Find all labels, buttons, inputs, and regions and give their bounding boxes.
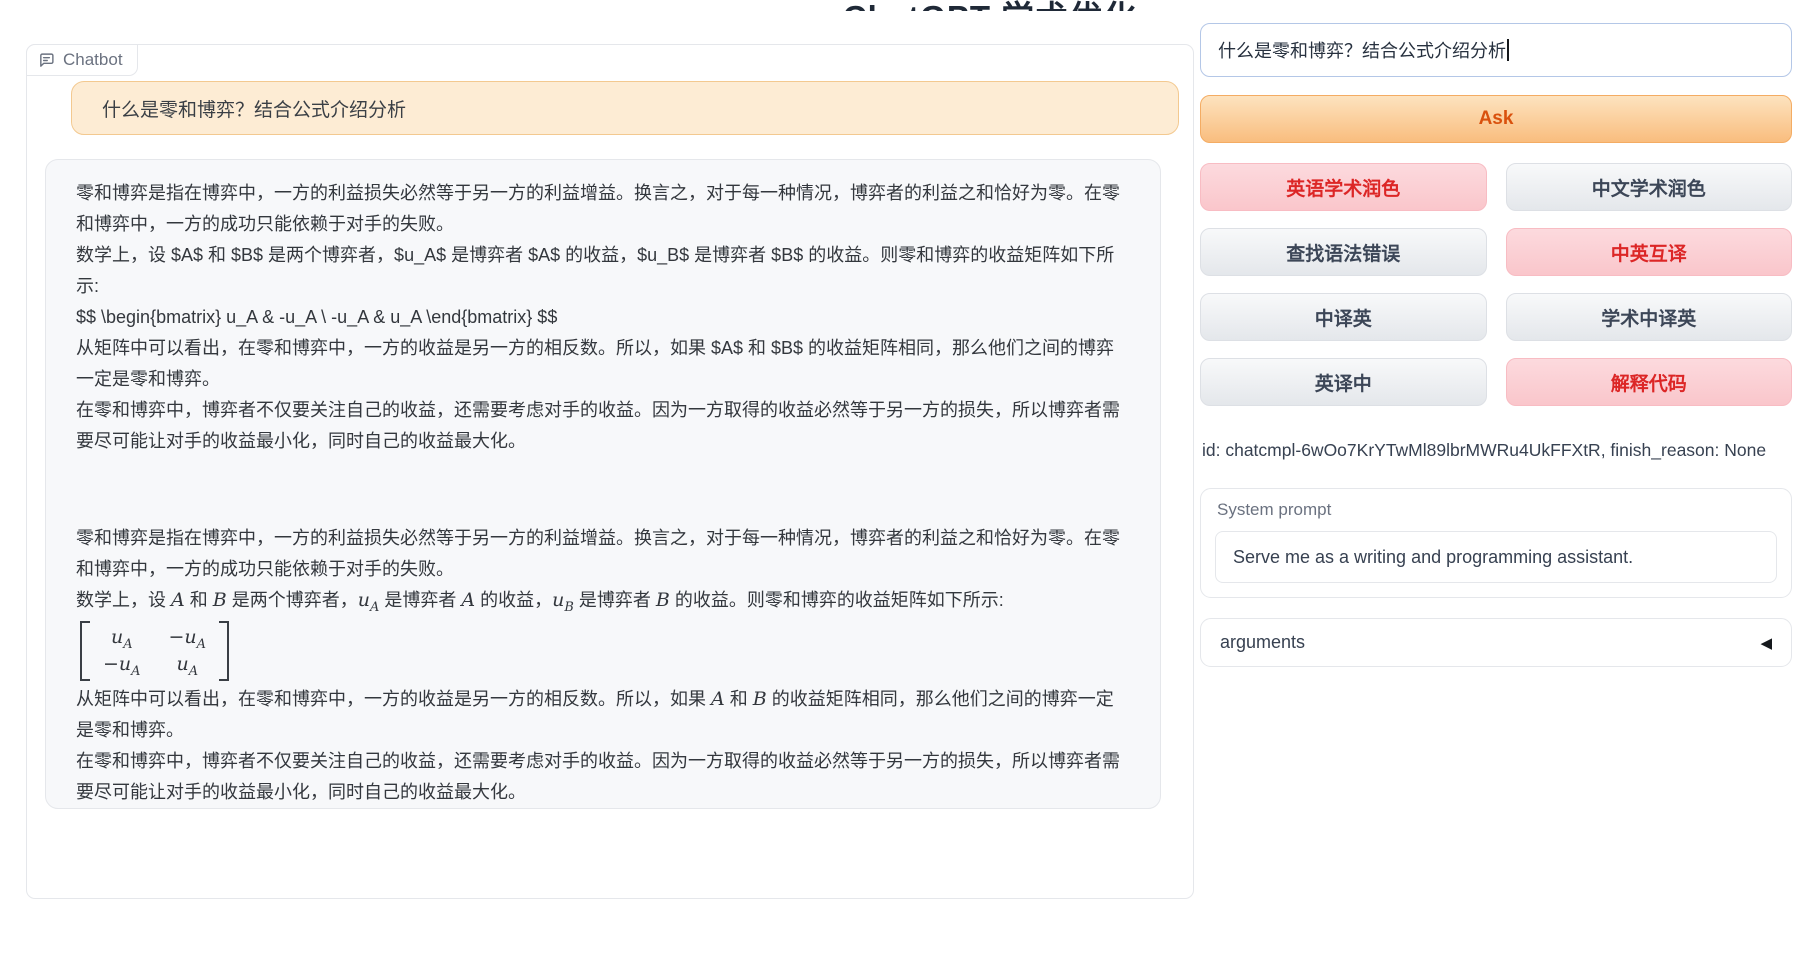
arguments-accordion-header[interactable]: arguments ◀	[1200, 618, 1792, 667]
system-prompt-label: System prompt	[1217, 500, 1791, 520]
payoff-matrix: uA −uA −uA uA	[80, 621, 229, 681]
btn-en-to-zh[interactable]: 英译中	[1200, 358, 1487, 406]
chatbot-panel: Chatbot 什么是零和博弈？结合公式介绍分析 零和博弈是指在博弈中，一方的利…	[26, 44, 1194, 899]
chat-bubble-icon	[38, 52, 55, 69]
bot-rendered-paragraph: 从矩阵中可以看出，在零和博弈中，一方的收益是另一方的相反数。所以，如果 A 和 …	[76, 684, 1130, 746]
chatbot-label: Chatbot	[26, 44, 138, 76]
bot-raw-paragraph: 在零和博弈中，博弈者不仅要关注自己的收益，还需要考虑对手的收益。因为一方取得的收…	[76, 395, 1130, 457]
matrix-cell: uA	[103, 624, 141, 651]
btn-find-grammar-errors[interactable]: 查找语法错误	[1200, 228, 1487, 276]
math-variable: uB	[552, 589, 574, 611]
math-variable: uA	[176, 653, 198, 675]
btn-english-academic-polish[interactable]: 英语学术润色	[1200, 163, 1487, 211]
completion-status-text: id: chatcmpl-6wOo7KrYTwMl89lbrMWRu4UkFFX…	[1202, 440, 1766, 461]
question-input[interactable]: 什么是零和博弈？结合公式介绍分析	[1200, 23, 1792, 77]
matrix-right-bracket	[219, 621, 229, 681]
ask-button[interactable]: Ask	[1200, 95, 1792, 143]
matrix-cell: uA	[169, 651, 207, 678]
chatbot-label-text: Chatbot	[63, 50, 123, 70]
btn-zh-to-en[interactable]: 中译英	[1200, 293, 1487, 341]
question-input-value: 什么是零和博弈？结合公式介绍分析	[1218, 37, 1506, 63]
bot-raw-paragraph: 零和博弈是指在博弈中，一方的利益损失必然等于另一方的利益增益。换言之，对于每一种…	[76, 178, 1130, 240]
user-message-text: 什么是零和博弈？结合公式介绍分析	[102, 95, 406, 122]
function-button-grid: 英语学术润色中文学术润色查找语法错误中英互译中译英学术中译英英译中解释代码	[1200, 163, 1792, 406]
btn-chinese-academic-polish[interactable]: 中文学术润色	[1506, 163, 1793, 211]
math-variable: A	[711, 688, 725, 710]
bot-rendered-paragraph: 数学上，设 A 和 B 是两个博弈者，uA 是博弈者 A 的收益，uB 是博弈者…	[76, 585, 1130, 616]
text-caret	[1507, 39, 1509, 61]
bot-raw-paragraph: $$ \begin{bmatrix} u_A & -u_A \ -u_A & u…	[76, 302, 1130, 333]
user-message-bubble: 什么是零和博弈？结合公式介绍分析	[71, 81, 1179, 135]
math-variable: −uA	[169, 626, 207, 648]
matrix-cell: −uA	[169, 624, 207, 651]
bot-message-raw-block: 零和博弈是指在博弈中，一方的利益损失必然等于另一方的利益增益。换言之，对于每一种…	[76, 178, 1130, 457]
collapse-arrow-icon: ◀	[1760, 634, 1772, 652]
math-variable: B	[753, 688, 767, 710]
matrix-left-bracket	[80, 621, 90, 681]
math-variable: uA	[111, 626, 133, 648]
btn-academic-zh-to-en[interactable]: 学术中译英	[1506, 293, 1793, 341]
matrix-cells: uA −uA −uA uA	[90, 621, 219, 681]
btn-zh-en-mutual-translation[interactable]: 中英互译	[1506, 228, 1793, 276]
bot-rendered-paragraph: 零和博弈是指在博弈中，一方的利益损失必然等于另一方的利益增益。换言之，对于每一种…	[76, 523, 1130, 585]
bot-rendered-paragraph: 在零和博弈中，博弈者不仅要关注自己的收益，还需要考虑对手的收益。因为一方取得的收…	[76, 746, 1130, 808]
math-variable: A	[171, 589, 185, 611]
controls-column: 什么是零和博弈？结合公式介绍分析 Ask 英语学术润色中文学术润色查找语法错误中…	[1200, 0, 1792, 961]
math-variable: uA	[358, 589, 380, 611]
paragraph-gap	[76, 457, 1130, 523]
math-variable: A	[461, 589, 475, 611]
bot-raw-paragraph: 从矩阵中可以看出，在零和博弈中，一方的收益是另一方的相反数。所以，如果 $A$ …	[76, 333, 1130, 395]
system-prompt-value: Serve me as a writing and programming as…	[1233, 547, 1633, 568]
arguments-accordion-label: arguments	[1220, 632, 1305, 653]
bot-raw-paragraph: 数学上，设 $A$ 和 $B$ 是两个博弈者，$u_A$ 是博弈者 $A$ 的收…	[76, 240, 1130, 302]
math-variable: B	[656, 589, 670, 611]
matrix-cell: −uA	[103, 651, 141, 678]
clipped-page-title: ChatGPT 学术优化	[830, 0, 1150, 11]
btn-explain-code[interactable]: 解释代码	[1506, 358, 1793, 406]
math-variable: −uA	[103, 653, 141, 675]
bot-message-rendered-block: 零和博弈是指在博弈中，一方的利益损失必然等于另一方的利益增益。换言之，对于每一种…	[76, 523, 1130, 808]
system-prompt-panel: System prompt Serve me as a writing and …	[1200, 488, 1792, 598]
math-variable: B	[213, 589, 227, 611]
system-prompt-input[interactable]: Serve me as a writing and programming as…	[1215, 531, 1777, 583]
bot-message-bubble: 零和博弈是指在博弈中，一方的利益损失必然等于另一方的利益增益。换言之，对于每一种…	[45, 159, 1161, 809]
